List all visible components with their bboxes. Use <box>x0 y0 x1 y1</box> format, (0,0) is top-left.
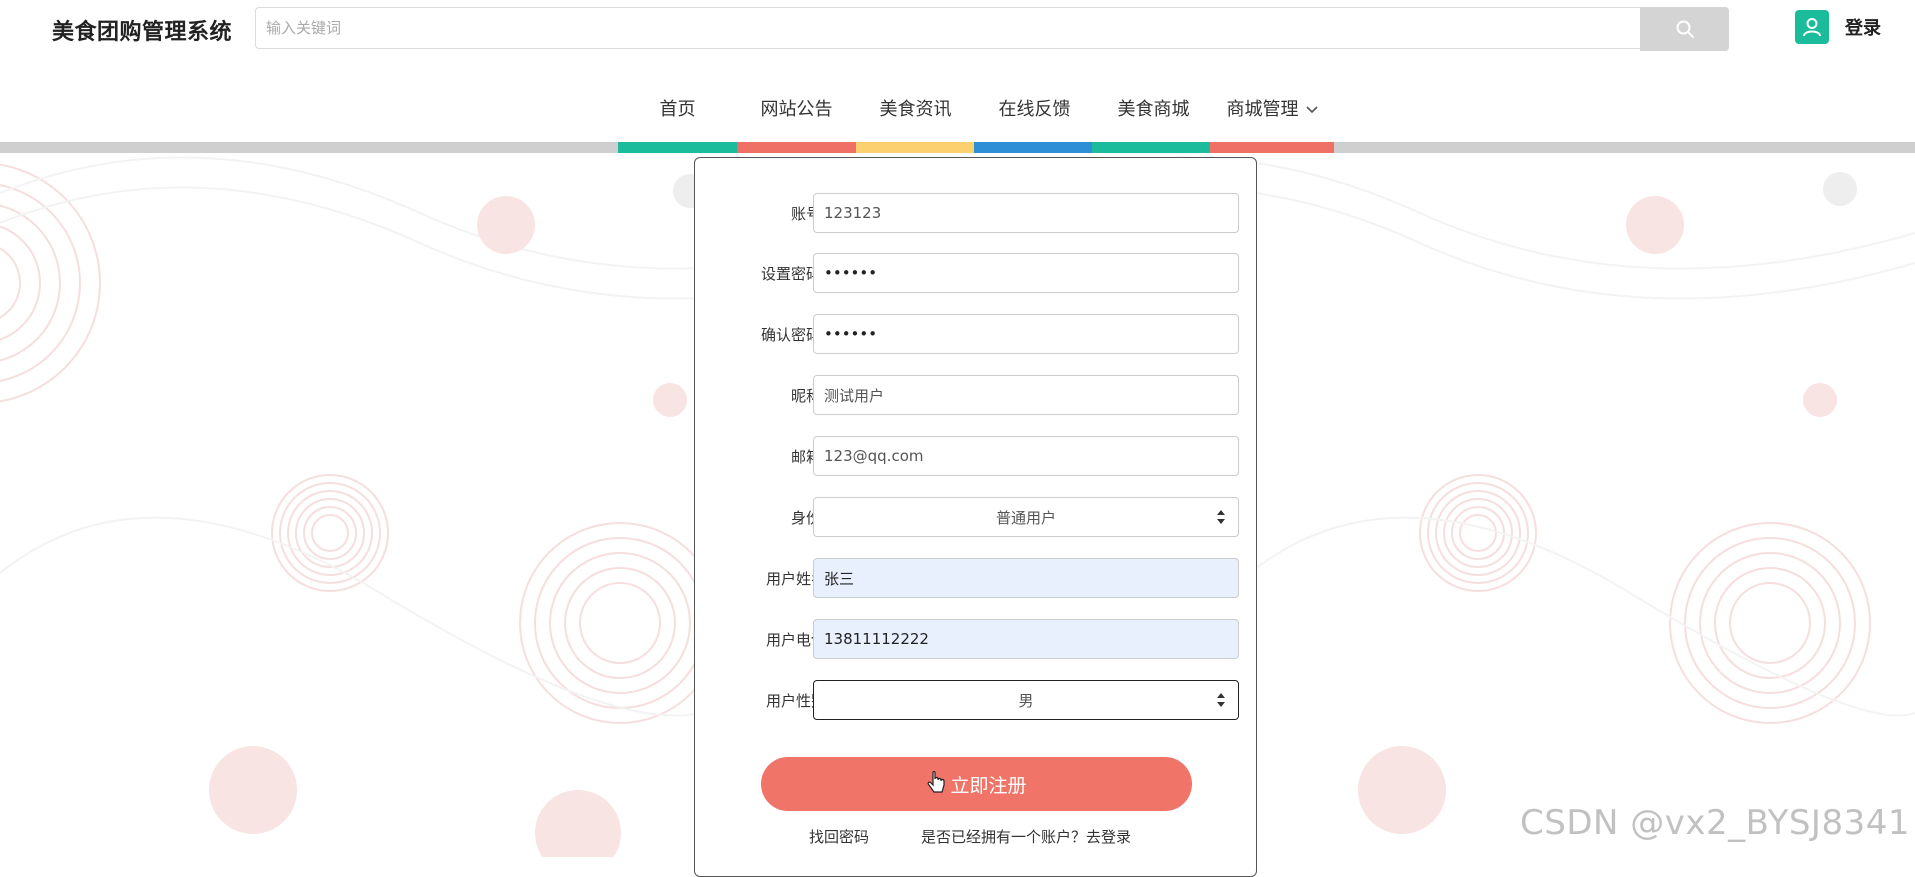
login-area[interactable]: 登录 <box>1795 10 1881 44</box>
nav-item-feedback[interactable]: 在线反馈 <box>975 95 1094 121</box>
register-card: 账号: 123123 设置密码: •••••• 确认密码: •••••• 昵称:… <box>694 157 1257 877</box>
form-row-email: 邮箱: 123@qq.com <box>695 436 1258 476</box>
search-input[interactable] <box>255 7 1640 49</box>
form-row-role: 身份: 普通用户 <box>695 497 1258 537</box>
site-brand[interactable]: 美食团购管理系统 <box>52 14 232 46</box>
nav-color-segment <box>1092 142 1210 153</box>
nav-item-label: 在线反馈 <box>998 99 1071 120</box>
role-select[interactable]: 普通用户 <box>813 497 1239 537</box>
hand-cursor-icon <box>928 771 946 793</box>
form-row-confirm: 确认密码: •••••• <box>695 314 1258 354</box>
nav-item-label: 美食商城 <box>1117 99 1190 120</box>
form-row-password: 设置密码: •••••• <box>695 253 1258 293</box>
form-row-account: 账号: 123123 <box>695 193 1258 233</box>
nav-item-shop[interactable]: 美食商城 <box>1094 95 1213 121</box>
chevron-down-icon <box>1305 106 1318 114</box>
gender-select-value: 男 <box>1018 691 1034 710</box>
email-input[interactable]: 123@qq.com <box>813 436 1239 476</box>
forgot-password-link[interactable]: 找回密码 <box>809 826 869 847</box>
nav-item-label: 美食资讯 <box>879 99 952 120</box>
nav-color-bar <box>0 142 1915 153</box>
account-input[interactable]: 123123 <box>813 193 1239 233</box>
watermark: CSDN @vx2_BYSJ8341 <box>1520 803 1910 843</box>
form-row-phone: 用户电话 13811112222 <box>695 619 1258 659</box>
password-input[interactable]: •••••• <box>813 253 1239 293</box>
select-arrows-icon <box>1217 510 1225 524</box>
search-button[interactable] <box>1640 7 1729 51</box>
go-login-link[interactable]: 是否已经拥有一个账户？去登录 <box>921 826 1131 847</box>
name-input[interactable]: 张三 <box>813 558 1239 598</box>
nav-color-segment <box>737 142 856 153</box>
search-bar <box>255 7 1729 51</box>
nav-color-segment <box>856 142 974 153</box>
phone-input[interactable]: 13811112222 <box>813 619 1239 659</box>
register-button[interactable]: 立即注册 <box>761 757 1192 811</box>
form-row-gender: 用户性别 男 <box>695 680 1258 720</box>
nav-color-segment <box>618 142 737 153</box>
nav-item-shop-admin[interactable]: 商城管理 <box>1213 95 1332 121</box>
form-row-nickname: 昵称: 测试用户 <box>695 375 1258 415</box>
login-link[interactable]: 登录 <box>1845 14 1881 40</box>
nav-item-home[interactable]: 首页 <box>618 95 737 121</box>
nav-item-label: 首页 <box>659 99 696 120</box>
nav-item-label: 商城管理 <box>1226 99 1299 120</box>
nickname-input[interactable]: 测试用户 <box>813 375 1239 415</box>
top-header: 美食团购管理系统 登录 <box>0 0 1915 60</box>
user-icon <box>1795 10 1829 44</box>
nav-item-notice[interactable]: 网站公告 <box>737 95 856 121</box>
search-icon <box>1676 20 1694 38</box>
confirm-password-input[interactable]: •••••• <box>813 314 1239 354</box>
gender-select[interactable]: 男 <box>813 680 1239 720</box>
register-button-label: 立即注册 <box>950 774 1027 797</box>
nav-item-label: 网站公告 <box>760 99 833 120</box>
nav-item-news[interactable]: 美食资讯 <box>856 95 975 121</box>
nav-color-segment <box>1210 142 1334 153</box>
select-arrows-icon <box>1217 693 1225 707</box>
nav-color-segment <box>974 142 1092 153</box>
role-select-value: 普通用户 <box>995 508 1056 527</box>
form-row-name: 用户姓名 张三 <box>695 558 1258 598</box>
